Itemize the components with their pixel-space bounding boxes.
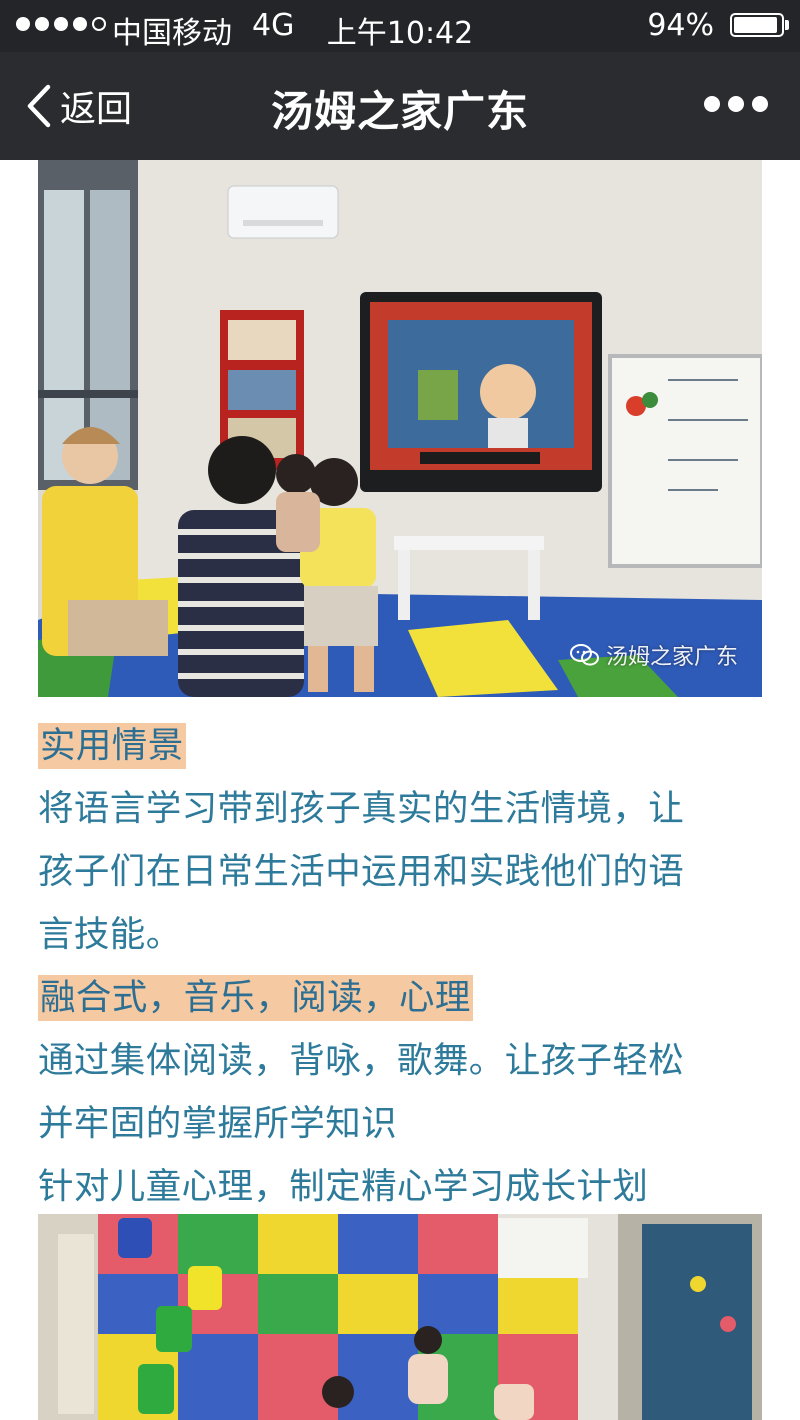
paragraph-line: 针对儿童心理，制定精心学习成长计划 (38, 1166, 649, 1207)
more-dots-icon[interactable] (704, 96, 768, 112)
paragraph-line: 并牢固的掌握所学知识 (38, 1103, 398, 1144)
section-heading: 融合式，音乐，阅读，心理 (38, 975, 473, 1021)
navigation-bar: 返回 汤姆之家广东 (0, 52, 800, 160)
battery-icon (730, 13, 784, 37)
playroom-photo (38, 1214, 762, 1420)
section-heading: 实用情景 (38, 723, 186, 769)
paragraph-line: 将语言学习带到孩子真实的生活情境，让 (38, 788, 685, 829)
battery-tip (785, 20, 789, 30)
paragraph-line: 言技能。 (38, 914, 182, 955)
article-body: 实用情景 将语言学习带到孩子真实的生活情境，让 孩子们在日常生活中运用和实践他们… (38, 714, 766, 1218)
battery-level-fill (734, 17, 777, 33)
paragraph-line: 孩子们在日常生活中运用和实践他们的语 (38, 851, 685, 892)
section-practical-scenarios: 实用情景 将语言学习带到孩子真实的生活情境，让 孩子们在日常生活中运用和实践他们… (38, 714, 766, 966)
watermark-text: 汤姆之家广东 (605, 645, 738, 670)
paragraph-line: 通过集体阅读，背咏，歌舞。让孩子轻松 (38, 1040, 685, 1081)
wechat-icon (569, 644, 599, 666)
status-bar: 中国移动 4G 上午10:42 94% (0, 0, 800, 52)
watermark: 汤姆之家广东 (569, 639, 738, 671)
battery-percent: 94% (647, 8, 714, 43)
section-integrated-learning: 融合式，音乐，阅读，心理 通过集体阅读，背咏，歌舞。让孩子轻松 并牢固的掌握所学… (38, 966, 766, 1218)
page-title: 汤姆之家广东 (270, 87, 529, 136)
classroom-photo: 汤姆之家广东 (38, 160, 762, 697)
